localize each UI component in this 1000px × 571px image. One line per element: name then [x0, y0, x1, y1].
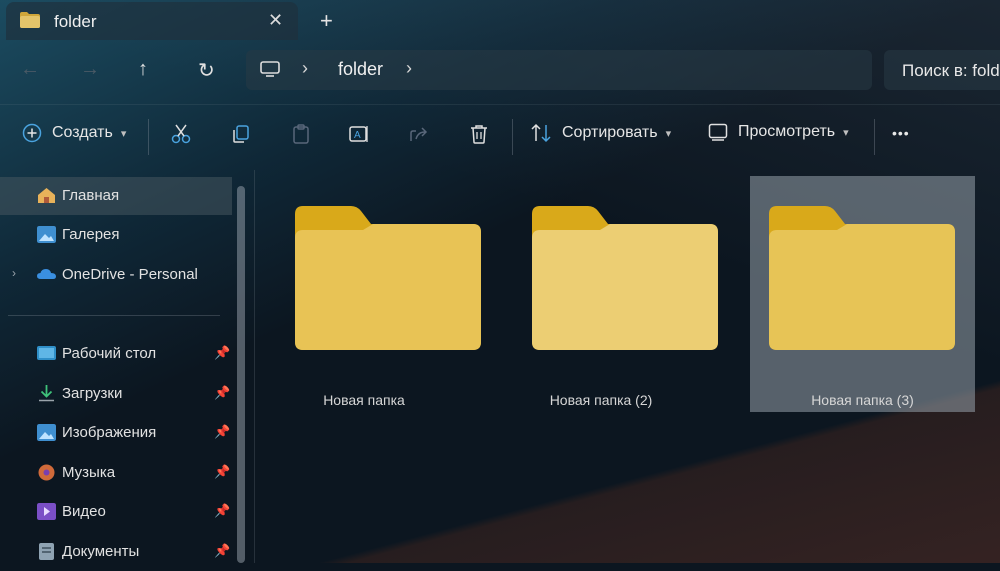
new-tab-button[interactable]: +: [320, 8, 333, 34]
search-placeholder: Поиск в: folder: [902, 61, 1000, 80]
sidebar-item-home[interactable]: Главная: [0, 177, 232, 215]
sidebar-divider: [8, 315, 220, 316]
address-bar[interactable]: › folder ›: [246, 50, 872, 90]
toolbar-divider: [874, 119, 875, 155]
pictures-icon: [37, 424, 56, 441]
folder-item[interactable]: Новая папка: [251, 176, 481, 412]
view-button[interactable]: Просмотреть ▾: [708, 123, 849, 141]
sidebar-item-label: Главная: [62, 187, 120, 204]
more-options-icon[interactable]: •••: [892, 125, 910, 141]
sidebar-item-onedrive[interactable]: › OneDrive - Personal: [0, 256, 232, 294]
folder-name: Новая папка (3): [811, 392, 914, 408]
pin-icon[interactable]: 📌: [214, 345, 230, 361]
pin-icon[interactable]: 📌: [214, 424, 230, 440]
chevron-down-icon: ▾: [843, 126, 849, 139]
home-icon: [38, 188, 55, 203]
navigation-pane: Главная Галерея › OneDrive - Personal Ра…: [0, 170, 236, 563]
sidebar-item-video[interactable]: Видео 📌: [0, 493, 232, 531]
folder-icon: [295, 206, 481, 350]
folder-icon: [532, 206, 718, 350]
pin-icon[interactable]: 📌: [214, 503, 230, 519]
folder-icon: [769, 206, 955, 350]
sort-label: Сортировать: [562, 124, 658, 141]
sidebar-item-desktop[interactable]: Рабочий стол 📌: [0, 335, 232, 373]
copy-icon[interactable]: [230, 123, 252, 145]
toolbar-divider: [148, 119, 149, 155]
computer-icon: [260, 61, 280, 77]
tab-title: folder: [54, 12, 97, 31]
refresh-icon[interactable]: ↻: [198, 58, 215, 83]
pin-icon[interactable]: 📌: [214, 543, 230, 559]
view-icon: [708, 123, 728, 141]
music-icon: [38, 464, 55, 481]
forward-arrow-icon[interactable]: →: [80, 58, 100, 81]
sidebar-item-label: OneDrive - Personal: [62, 266, 198, 283]
cut-icon[interactable]: [170, 123, 192, 145]
folder-icon: [20, 12, 40, 28]
chevron-down-icon: ▾: [665, 127, 672, 140]
command-bar: Создать ▾ A Сортировать ▾ Просмотреть ▾ …: [0, 104, 1000, 167]
onedrive-icon: [37, 269, 56, 279]
sidebar-item-downloads[interactable]: Загрузки 📌: [0, 375, 232, 413]
up-arrow-icon[interactable]: ↑: [138, 58, 148, 81]
tab-folder[interactable]: folder ✕: [6, 2, 298, 40]
sidebar-item-label: Документы: [62, 543, 140, 560]
sidebar-item-documents[interactable]: Документы 📌: [0, 533, 232, 571]
sort-button[interactable]: Сортировать ▾: [530, 123, 671, 143]
close-icon[interactable]: ✕: [268, 10, 283, 31]
chevron-right-icon[interactable]: ›: [12, 266, 16, 280]
view-label: Просмотреть: [738, 123, 836, 140]
title-bar: folder ✕ +: [0, 0, 1000, 42]
sort-icon: [531, 123, 551, 143]
navigation-row: ← → ↑ ↻ › folder › Поиск в: folder: [0, 42, 1000, 100]
desktop-icon: [37, 346, 56, 360]
downloads-icon: [39, 385, 54, 402]
new-button[interactable]: Создать ▾: [22, 123, 126, 143]
documents-icon: [39, 543, 54, 560]
share-icon[interactable]: [408, 123, 430, 145]
plus-circle-icon: [22, 123, 42, 143]
folder-name: Новая папка: [323, 392, 405, 408]
breadcrumb-chevron-icon[interactable]: ›: [406, 58, 412, 79]
chevron-down-icon: ▾: [120, 127, 127, 140]
back-arrow-icon[interactable]: ←: [20, 58, 40, 81]
breadcrumb-chevron-icon[interactable]: ›: [302, 58, 308, 79]
delete-icon[interactable]: [468, 123, 490, 145]
folder-item[interactable]: Новая папка (2): [488, 176, 718, 412]
video-icon: [37, 503, 56, 520]
svg-text:A: A: [354, 130, 361, 141]
sidebar-item-label: Загрузки: [62, 385, 123, 402]
sidebar-item-label: Изображения: [62, 424, 157, 441]
search-input[interactable]: Поиск в: folder: [884, 50, 1000, 90]
gallery-icon: [37, 226, 56, 243]
sidebar-item-gallery[interactable]: Галерея: [0, 216, 232, 254]
pin-icon[interactable]: 📌: [214, 385, 230, 401]
breadcrumb-folder[interactable]: folder: [338, 59, 383, 80]
toolbar-divider: [512, 119, 513, 155]
sidebar-item-label: Галерея: [62, 226, 120, 243]
sidebar-item-pictures[interactable]: Изображения 📌: [0, 414, 232, 452]
new-label: Создать: [52, 124, 113, 141]
rename-icon[interactable]: A: [348, 123, 370, 145]
sidebar-item-label: Рабочий стол: [62, 345, 157, 362]
sidebar-scrollbar[interactable]: [237, 186, 245, 563]
pin-icon[interactable]: 📌: [214, 464, 230, 480]
folder-item-selected[interactable]: Новая папка (3): [750, 176, 975, 412]
sidebar-item-label: Видео: [62, 503, 106, 520]
folder-name: Новая папка (2): [549, 392, 653, 408]
sidebar-item-music[interactable]: Музыка 📌: [0, 454, 232, 492]
paste-icon[interactable]: [290, 123, 312, 145]
sidebar-item-label: Музыка: [62, 464, 116, 481]
